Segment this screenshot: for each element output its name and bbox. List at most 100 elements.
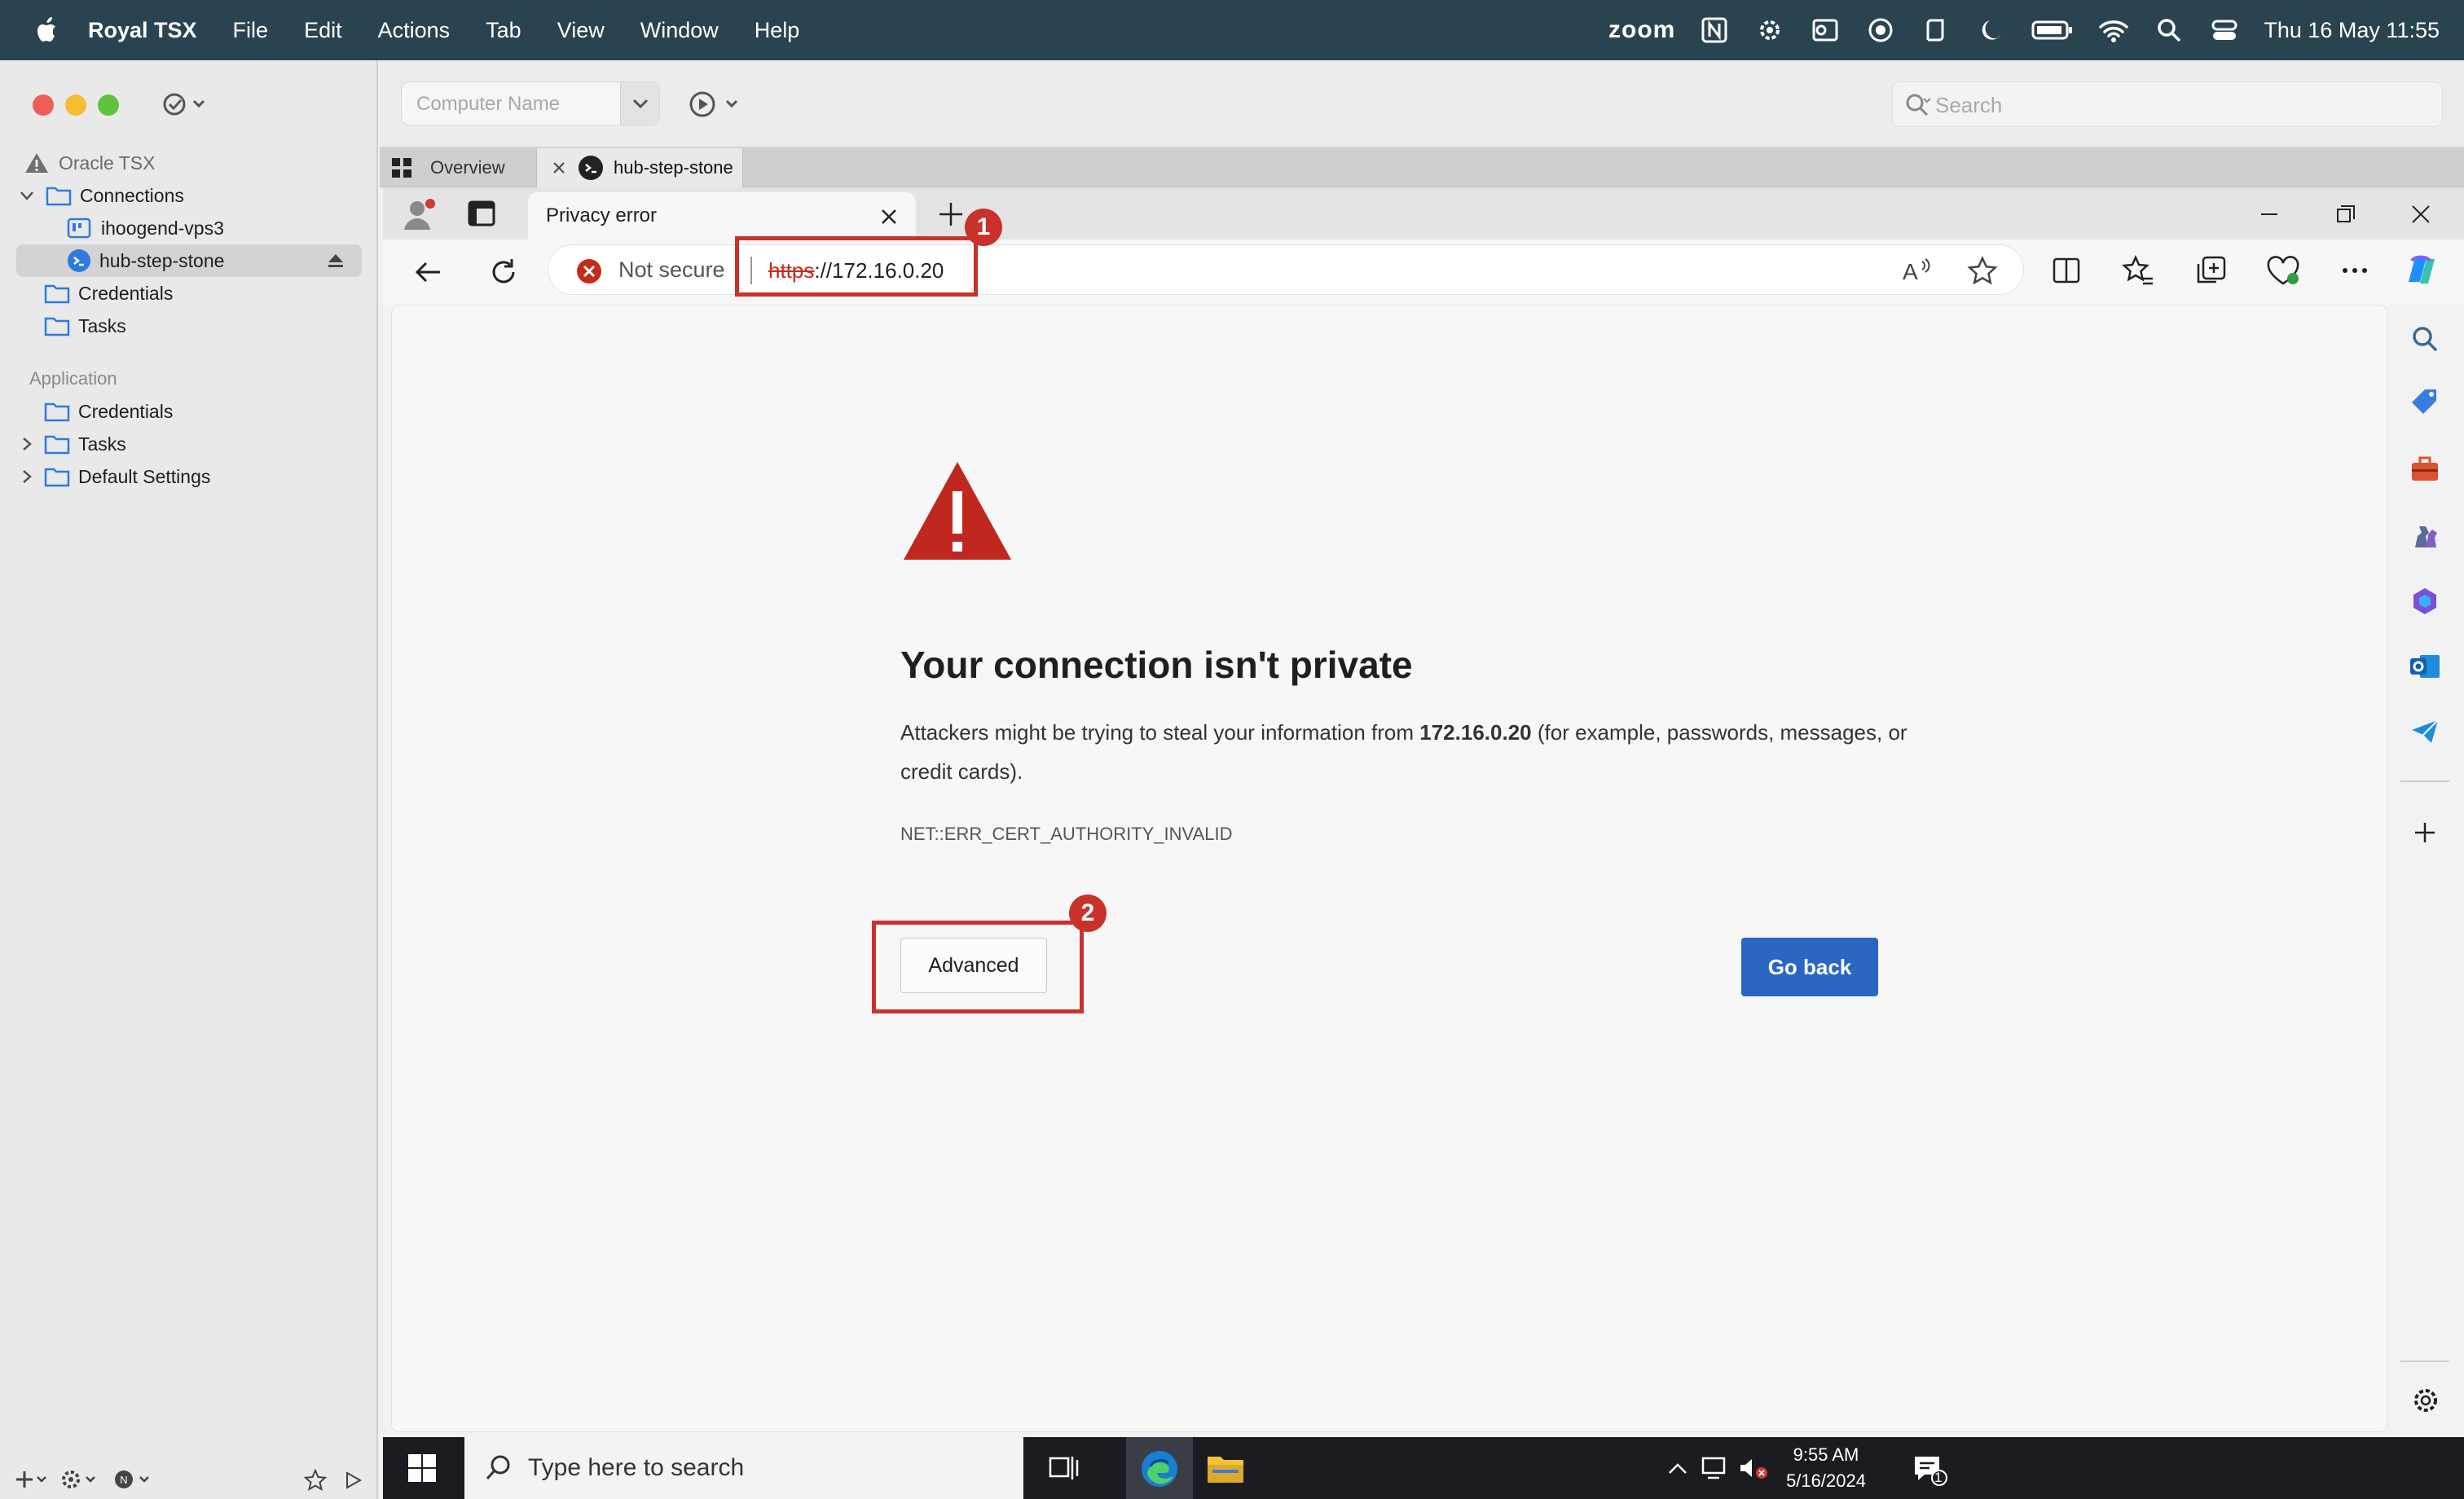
connect-play-icon[interactable] bbox=[688, 90, 745, 119]
error-code: NET::ERR_CERT_AUTHORITY_INVALID bbox=[900, 824, 1233, 844]
moon-icon[interactable] bbox=[1975, 14, 2008, 46]
tab-privacy-error[interactable]: Privacy error bbox=[528, 192, 916, 240]
tools-briefcase-icon[interactable] bbox=[2409, 453, 2441, 486]
new-tab-plus-icon[interactable] bbox=[937, 200, 965, 228]
radar-icon[interactable] bbox=[1864, 14, 1897, 46]
tree-item-hub-step-stone[interactable]: hub-step-stone bbox=[16, 244, 362, 277]
send-telegram-icon[interactable] bbox=[2409, 715, 2441, 748]
tree-item-label: hub-step-stone bbox=[99, 249, 225, 271]
go-back-button[interactable]: Go back bbox=[1741, 938, 1878, 996]
svg-text:A: A bbox=[1903, 259, 1918, 284]
games-chess-icon[interactable] bbox=[2409, 518, 2441, 551]
tree-item-ihoogend-vps3[interactable]: ihoogend-vps3 bbox=[0, 212, 375, 244]
apple-icon[interactable] bbox=[31, 14, 64, 46]
sidebar-divider bbox=[2400, 780, 2449, 782]
tree-item-credentials[interactable]: Credentials bbox=[0, 277, 375, 310]
wifi-icon[interactable] bbox=[2097, 14, 2130, 46]
settings-gear-icon[interactable] bbox=[2410, 1385, 2441, 1416]
close-window-button[interactable] bbox=[33, 95, 54, 116]
taskbar-search-input[interactable]: Type here to search bbox=[464, 1437, 1023, 1499]
more-options-icon[interactable] bbox=[2339, 254, 2371, 287]
tab-overview[interactable]: Overview bbox=[391, 148, 548, 187]
script-icon[interactable] bbox=[1920, 14, 1952, 46]
task-view-icon[interactable] bbox=[1048, 1453, 1079, 1483]
menu-file[interactable]: File bbox=[233, 18, 269, 43]
tree-root-oracle-tsx[interactable]: Oracle TSX bbox=[0, 147, 375, 179]
chevron-down-icon[interactable] bbox=[18, 187, 36, 204]
restore-icon[interactable] bbox=[2334, 202, 2358, 226]
windows-start-icon[interactable] bbox=[407, 1453, 437, 1483]
split-screen-icon[interactable] bbox=[2050, 254, 2083, 287]
close-icon[interactable] bbox=[2409, 202, 2433, 226]
warning-icon bbox=[25, 153, 48, 173]
tab-hub-step-stone[interactable]: hub-step-stone bbox=[536, 148, 743, 187]
chevron-up-icon[interactable] bbox=[1665, 1458, 1690, 1479]
search-input[interactable]: Search bbox=[1892, 81, 2443, 127]
app-name-menu[interactable]: Royal TSX bbox=[88, 18, 197, 43]
play-icon[interactable] bbox=[342, 1470, 363, 1491]
taskbar-clock[interactable]: 9:55 AM 5/16/2024 bbox=[1781, 1442, 1871, 1494]
menu-window[interactable]: Window bbox=[640, 18, 719, 43]
taskbar-search-placeholder: Type here to search bbox=[528, 1454, 745, 1481]
back-arrow-icon[interactable] bbox=[412, 256, 445, 288]
gear-icon[interactable] bbox=[60, 1468, 99, 1491]
browser-essentials-icon[interactable] bbox=[2265, 254, 2301, 287]
tab-actions-icon[interactable] bbox=[468, 200, 495, 226]
menu-actions[interactable]: Actions bbox=[378, 18, 451, 43]
tree-item-tasks[interactable]: Tasks bbox=[0, 310, 375, 342]
search-icon bbox=[1906, 94, 1931, 116]
chevron-right-icon[interactable] bbox=[18, 468, 36, 486]
not-secure-label[interactable]: Not secure bbox=[618, 257, 725, 283]
tree-item-app-credentials[interactable]: Credentials bbox=[0, 395, 375, 428]
add-icon[interactable] bbox=[2410, 818, 2440, 847]
minimize-window-button[interactable] bbox=[65, 95, 86, 116]
menu-view[interactable]: View bbox=[557, 18, 605, 43]
network-icon[interactable] bbox=[1700, 1455, 1731, 1481]
tab-overview-label: Overview bbox=[430, 157, 505, 178]
taskbar-edge-button[interactable] bbox=[1126, 1437, 1193, 1499]
eject-icon[interactable] bbox=[326, 252, 345, 270]
read-aloud-icon[interactable]: A bbox=[1901, 257, 1934, 286]
zoom-status-item[interactable]: zoom bbox=[1608, 16, 1675, 44]
star-icon[interactable] bbox=[303, 1468, 328, 1492]
zoom-window-button[interactable] bbox=[98, 95, 119, 116]
tree-item-app-tasks[interactable]: Tasks bbox=[0, 428, 375, 460]
not-secure-icon[interactable] bbox=[576, 258, 602, 284]
profile-icon[interactable]: N bbox=[112, 1468, 153, 1491]
shopping-tag-icon[interactable] bbox=[2409, 386, 2441, 419]
computer-name-combobox[interactable]: Computer Name bbox=[401, 81, 660, 125]
tree-item-connections[interactable]: Connections bbox=[0, 179, 375, 212]
spotlight-search-icon[interactable] bbox=[2153, 14, 2185, 46]
chevron-right-icon[interactable] bbox=[18, 435, 36, 453]
close-tab-icon[interactable] bbox=[550, 159, 568, 177]
close-tab-icon[interactable] bbox=[880, 208, 898, 226]
copilot-icon[interactable] bbox=[2400, 251, 2441, 290]
refresh-icon[interactable] bbox=[487, 256, 520, 288]
connection-status-icon[interactable] bbox=[160, 90, 212, 119]
favorites-icon[interactable] bbox=[2122, 254, 2154, 287]
favorite-star-icon[interactable] bbox=[1966, 255, 1999, 288]
battery-icon[interactable] bbox=[2031, 14, 2075, 46]
search-icon[interactable] bbox=[2409, 323, 2441, 355]
outlook-status-icon[interactable] bbox=[1809, 14, 1841, 46]
warning-triangle-icon bbox=[904, 462, 1011, 560]
menubar-clock[interactable]: Thu 16 May 11:55 bbox=[2264, 18, 2440, 43]
volume-muted-icon[interactable] bbox=[1737, 1455, 1768, 1481]
add-icon[interactable] bbox=[13, 1468, 49, 1491]
outlook-icon[interactable] bbox=[2409, 650, 2441, 683]
notion-icon[interactable] bbox=[1698, 14, 1731, 46]
collections-icon[interactable] bbox=[2195, 254, 2228, 287]
computer-name-dropdown-button[interactable] bbox=[620, 82, 659, 125]
menu-tab[interactable]: Tab bbox=[486, 18, 521, 43]
svg-text:N: N bbox=[120, 1474, 127, 1486]
gear-badge-icon[interactable] bbox=[1753, 14, 1786, 46]
profile-avatar-icon[interactable] bbox=[401, 196, 438, 233]
file-explorer-icon[interactable] bbox=[1206, 1453, 1245, 1484]
tree-item-default-settings[interactable]: Default Settings bbox=[0, 460, 375, 493]
menu-edit[interactable]: Edit bbox=[304, 18, 342, 43]
control-center-icon[interactable] bbox=[2208, 14, 2241, 46]
callout-box-advanced bbox=[872, 921, 1084, 1013]
minimize-icon[interactable] bbox=[2257, 202, 2281, 226]
menu-help[interactable]: Help bbox=[755, 18, 800, 43]
microsoft-365-icon[interactable] bbox=[2409, 585, 2441, 618]
